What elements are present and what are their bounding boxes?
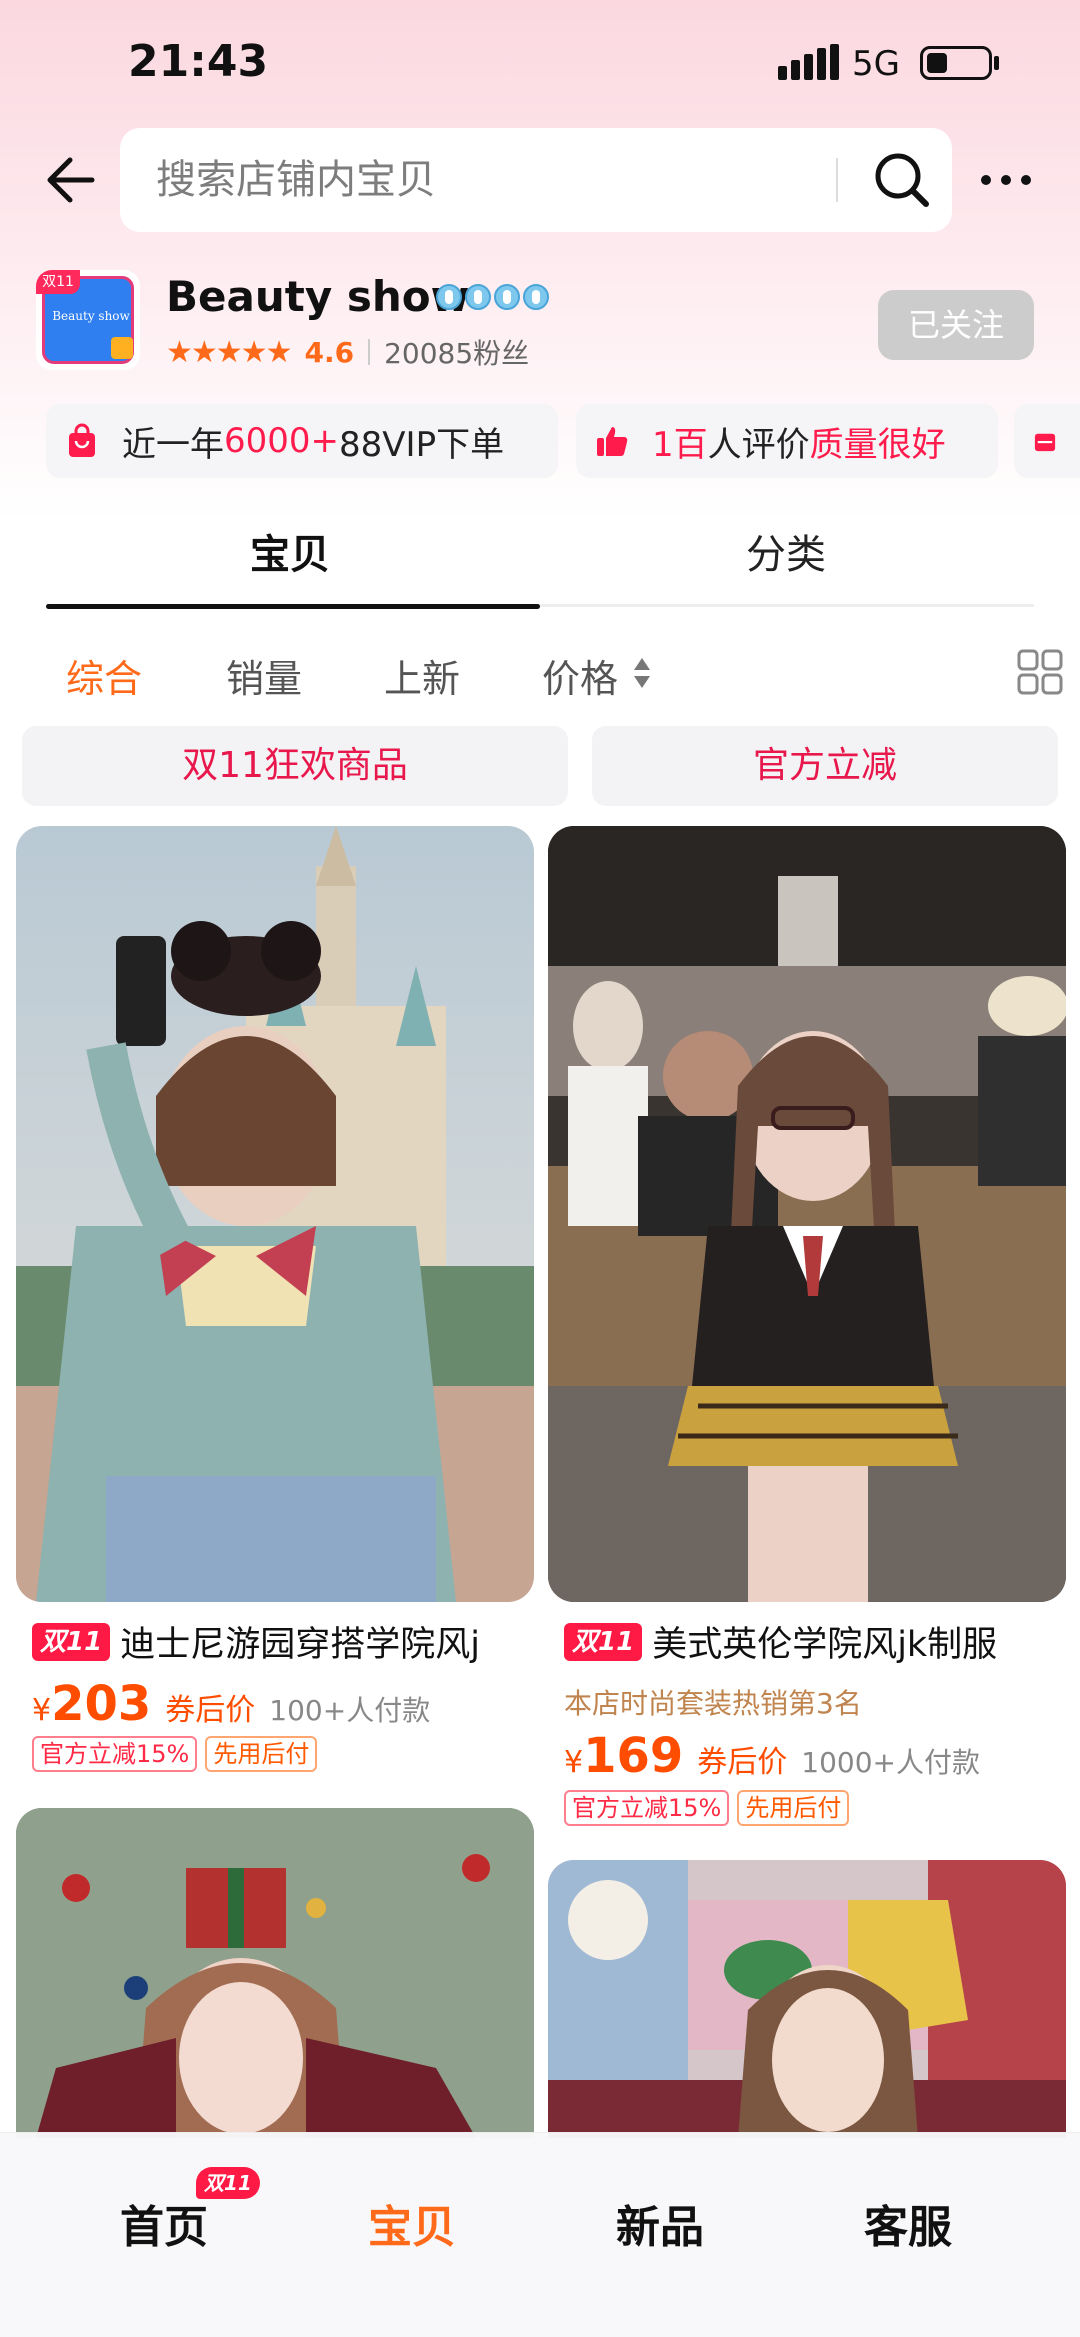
product-card[interactable]: 双11 迪士尼游园穿搭学院风j ¥ 203 券后价 100+人付款 官方立减15…	[16, 826, 534, 1786]
highlight-chip-store[interactable]	[1014, 404, 1080, 478]
back-arrow-icon[interactable]	[40, 150, 100, 210]
nav-home-badge: 双11	[196, 2167, 260, 2199]
bottom-nav: 首页 双11 宝贝 新品 客服	[0, 2132, 1080, 2337]
promo-double11-button[interactable]: 双11狂欢商品	[22, 726, 568, 806]
paid-count: 1000+人付款	[801, 1746, 981, 1779]
product-title-text: 迪士尼游园穿搭学院风j	[120, 1625, 480, 1665]
sort-newest[interactable]: 上新	[384, 648, 460, 703]
nav-products[interactable]: 宝贝	[368, 2191, 456, 2255]
search-input[interactable]	[156, 152, 836, 208]
sort-arrows-icon	[634, 658, 650, 688]
paid-count: 100+人付款	[269, 1694, 431, 1727]
product-title[interactable]: 双11 美式英伦学院风jk制服	[564, 1616, 997, 1667]
follow-button[interactable]: 已关注	[878, 290, 1034, 360]
search-icon[interactable]	[872, 150, 932, 210]
product-price: 169	[583, 1728, 684, 1784]
product-image[interactable]	[16, 1808, 534, 2138]
nav-new-arrivals[interactable]: 新品	[616, 2191, 704, 2255]
highlight-suffix: 人评价	[707, 424, 810, 465]
discount-tag: 官方立减15%	[564, 1790, 730, 1826]
sales-rank[interactable]: 本店时尚套装热销第3名	[564, 1682, 862, 1722]
highlight-suffix: 88VIP下单	[339, 424, 505, 465]
price-row: ¥ 169 券后价 1000+人付款	[564, 1728, 980, 1784]
tab-indicator	[46, 604, 540, 609]
highlight-chip-orders[interactable]: 近一年 6000+ 88VIP下单	[46, 404, 558, 478]
product-title[interactable]: 双11 迪士尼游园穿搭学院风j	[32, 1616, 480, 1667]
battery-tip	[994, 56, 999, 70]
shop-level-badges	[436, 284, 552, 314]
highlight-chip-reviews[interactable]: 1百 人评价 质量很好	[576, 404, 998, 478]
crown-badge-icon	[494, 284, 520, 310]
rating-stars: ★★★★★	[166, 334, 292, 370]
double11-tag: 双11	[564, 1622, 643, 1661]
search-divider	[836, 158, 838, 202]
nav-home[interactable]: 首页	[120, 2191, 208, 2255]
network-label: 5G	[852, 44, 900, 84]
shopping-bag-icon	[69, 423, 95, 457]
signal-icon	[778, 44, 839, 80]
highlight-value: 1百	[652, 424, 708, 465]
pay-later-tag: 先用后付	[205, 1736, 318, 1772]
rating-value: 4.6	[304, 335, 355, 369]
nav-customer-service[interactable]: 客服	[864, 2191, 952, 2255]
product-image[interactable]	[548, 1860, 1066, 2138]
shop-logo-bag	[111, 337, 133, 359]
search-box[interactable]	[120, 128, 952, 232]
promo-official-discount-button[interactable]: 官方立减	[592, 726, 1058, 806]
double11-tag: 双11	[32, 1622, 111, 1661]
store-icon	[1034, 433, 1056, 452]
crown-badge-icon	[465, 284, 491, 310]
coupon-price-label: 券后价	[165, 1693, 256, 1728]
battery-icon	[920, 46, 992, 80]
product-tags: 官方立减15% 先用后付	[32, 1736, 325, 1772]
highlight-value-2: 质量很好	[809, 424, 946, 465]
grid-view-icon[interactable]	[1016, 648, 1064, 696]
shop-logo-text: Beauty show	[52, 309, 130, 323]
coupon-price-label: 券后价	[697, 1745, 788, 1780]
product-card[interactable]	[16, 1808, 534, 2138]
product-card[interactable]	[548, 1860, 1066, 2138]
sort-comprehensive[interactable]: 综合	[66, 648, 142, 703]
crown-badge-icon	[436, 284, 462, 310]
price-row: ¥ 203 券后价 100+人付款	[32, 1676, 430, 1732]
sort-sales[interactable]: 销量	[226, 648, 302, 703]
status-bar: 21:43 5G	[0, 0, 1080, 130]
tab-products[interactable]: 宝贝	[250, 522, 330, 580]
rating-divider	[368, 339, 371, 365]
highlight-prefix: 近一年	[122, 424, 224, 465]
tab-categories[interactable]: 分类	[746, 522, 826, 580]
fans-count: 20085粉丝	[384, 337, 530, 370]
product-image[interactable]	[16, 826, 534, 1602]
crown-badge-icon	[523, 284, 549, 310]
discount-tag: 官方立减15%	[32, 1736, 198, 1772]
product-price: 203	[51, 1676, 152, 1732]
highlight-value: 6000+	[224, 421, 340, 461]
rating-row: ★★★★★ 4.6 20085粉丝	[166, 334, 530, 371]
shop-logo-tag: 双11	[36, 270, 80, 294]
currency-symbol: ¥	[32, 1693, 52, 1728]
shop-logo[interactable]: Beauty show 双11	[36, 270, 140, 370]
currency-symbol: ¥	[564, 1745, 584, 1780]
more-icon[interactable]	[978, 158, 1034, 202]
pay-later-tag: 先用后付	[737, 1790, 850, 1826]
product-image[interactable]	[548, 826, 1066, 1602]
shop-name[interactable]: Beauty show	[166, 272, 469, 321]
product-tags: 官方立减15% 先用后付	[564, 1790, 857, 1826]
product-title-text: 美式英伦学院风jk制服	[652, 1625, 998, 1665]
sort-price[interactable]: 价格	[542, 648, 618, 703]
product-card[interactable]: 双11 美式英伦学院风jk制服 本店时尚套装热销第3名 ¥ 169 券后价 10…	[548, 826, 1066, 1846]
status-time: 21:43	[128, 36, 269, 87]
thumbs-up-icon	[597, 427, 628, 456]
